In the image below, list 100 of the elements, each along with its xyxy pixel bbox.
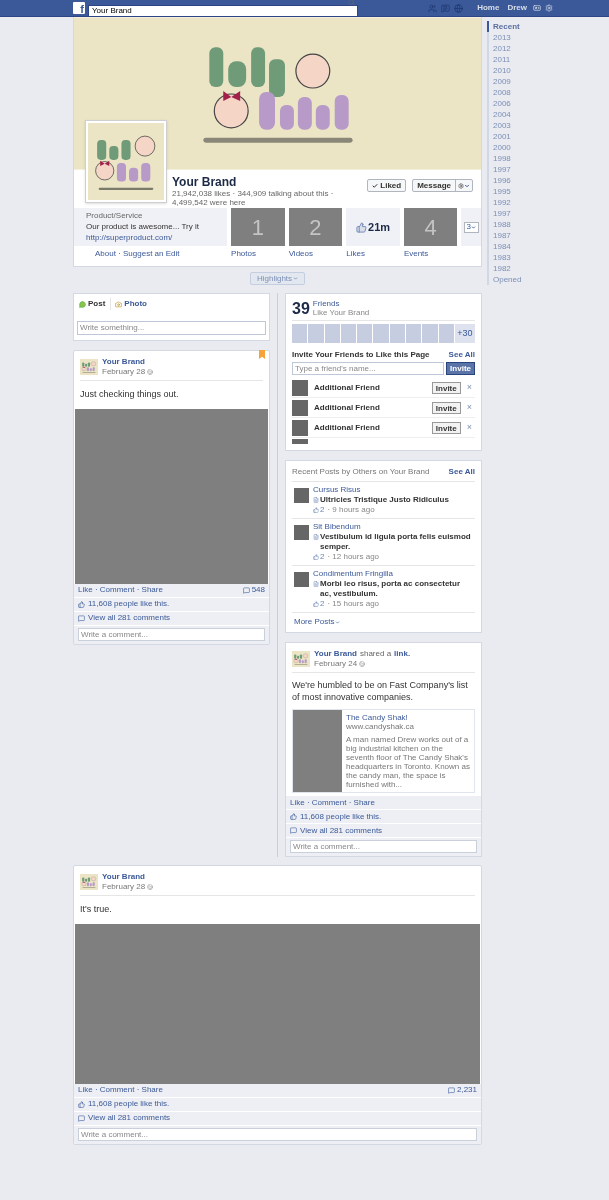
friend-thumbnail[interactable] bbox=[357, 324, 373, 343]
post-snippet[interactable]: Vestibulum id ligula porta felis euismod semper. bbox=[320, 532, 473, 552]
speech-bubble-icon bbox=[79, 300, 86, 308]
settings-dropdown[interactable] bbox=[456, 180, 472, 191]
invite-friend-button[interactable]: Invite bbox=[431, 401, 461, 414]
globe-icon bbox=[147, 884, 154, 890]
view-comments-link[interactable]: View all 281 comments bbox=[88, 1112, 171, 1124]
post-snippet[interactable]: Ultricies Tristique Justo Ridiculus bbox=[320, 495, 449, 505]
search-field[interactable]: Your Brand bbox=[88, 5, 358, 17]
friend-thumbnail[interactable] bbox=[422, 324, 438, 343]
author-link[interactable]: Your Brand bbox=[314, 649, 357, 659]
post-date[interactable]: February 28 bbox=[102, 882, 146, 892]
about-links[interactable]: About · Suggest an Edit bbox=[74, 246, 228, 260]
dismiss-button[interactable]: × bbox=[466, 380, 472, 395]
post-snippet[interactable]: Morbi leo risus, porta ac consectetur ac, vestibulum. bbox=[320, 579, 473, 599]
caret-icon bbox=[464, 182, 470, 189]
friend-thumbnail[interactable] bbox=[438, 324, 454, 343]
post-text: Just checking things out. bbox=[80, 388, 180, 401]
post-date[interactable]: February 24 bbox=[314, 659, 358, 669]
description-text: Our product is awesome... Try it bbox=[86, 221, 200, 232]
friends-icon[interactable] bbox=[428, 3, 438, 13]
facebook-logo[interactable]: f bbox=[73, 2, 85, 14]
globe-icon[interactable] bbox=[454, 3, 464, 13]
like-count[interactable]: 2 bbox=[320, 505, 325, 515]
link-link[interactable]: link. bbox=[394, 649, 411, 659]
nav-link[interactable]: Drew bbox=[505, 2, 529, 14]
status-field[interactable]: Write something... bbox=[77, 320, 266, 335]
friend-name-field[interactable]: Type a friend's name... bbox=[292, 362, 445, 375]
recent-posts-title: Recent Posts by Others on Your Brand bbox=[292, 466, 430, 478]
document-icon bbox=[313, 534, 319, 540]
comment-field[interactable]: Write a comment... bbox=[78, 1127, 477, 1141]
author-link[interactable]: Condimentum Fringilla bbox=[313, 569, 473, 579]
comment-count[interactable]: 2,231 bbox=[456, 1084, 477, 1096]
preview-description: A man named Drew works out of a big industrial kitchen on the seventh floor of The Candy Shak's headquarters in Toronto. Known as the candy man, the space is furnished with... bbox=[346, 735, 470, 789]
app-label[interactable]: Photos bbox=[231, 246, 285, 260]
author-link[interactable]: Your Brand bbox=[102, 357, 154, 367]
author-link[interactable]: Sit Bibendum bbox=[313, 522, 473, 532]
friend-thumbnail[interactable] bbox=[340, 324, 357, 343]
post-time: · 12 hours ago bbox=[327, 552, 380, 562]
app-label[interactable]: Videos bbox=[288, 246, 343, 260]
search-icon[interactable] bbox=[348, 0, 355, 6]
post-actions[interactable]: Like · Comment · Share bbox=[78, 584, 163, 596]
like-icon bbox=[356, 221, 368, 233]
post-text: We're humbled to be on Fast Company's list of most innovative companies. bbox=[292, 679, 469, 704]
comment-icon bbox=[290, 827, 297, 834]
comment-field[interactable]: Write a comment... bbox=[290, 840, 477, 853]
friends-link[interactable]: Friends bbox=[312, 299, 370, 308]
friend-thumbnail[interactable] bbox=[389, 324, 406, 343]
post-text: It's true. bbox=[80, 903, 113, 916]
author-link[interactable]: Your Brand bbox=[102, 872, 154, 882]
friends-count[interactable]: 39 bbox=[292, 299, 310, 317]
author-link[interactable]: Cursus Risus bbox=[313, 485, 449, 495]
post-actions[interactable]: Like · Comment · Share bbox=[78, 1084, 163, 1096]
like-icon bbox=[313, 507, 319, 513]
friend-thumbnail[interactable] bbox=[292, 324, 308, 343]
messages-icon[interactable] bbox=[441, 3, 451, 13]
link-preview[interactable] bbox=[292, 709, 475, 793]
see-all-link[interactable]: See All bbox=[448, 466, 475, 478]
website-link[interactable]: http://superproduct.com/ bbox=[86, 232, 228, 243]
likes-text[interactable]: 11,608 people like this. bbox=[88, 1098, 170, 1110]
bookmark-icon[interactable] bbox=[259, 350, 265, 359]
message-button[interactable]: Message bbox=[413, 180, 456, 191]
nav-link[interactable]: Home bbox=[475, 2, 502, 14]
more-posts-link[interactable]: More Posts bbox=[292, 613, 341, 628]
category-text: Product/Service bbox=[86, 210, 144, 221]
like-count[interactable]: 2 bbox=[320, 599, 325, 609]
more-friends[interactable]: +30 bbox=[454, 324, 475, 343]
account-icon[interactable] bbox=[533, 4, 541, 12]
invite-friend-button[interactable]: Invite bbox=[431, 421, 461, 434]
more-apps-button[interactable]: 3 bbox=[463, 221, 479, 233]
document-icon bbox=[313, 497, 319, 503]
friend-thumbnail[interactable] bbox=[373, 324, 389, 343]
app-label[interactable]: Events bbox=[403, 246, 458, 260]
composer-tab[interactable]: Post bbox=[77, 298, 108, 310]
comment-field[interactable]: Write a comment... bbox=[78, 627, 265, 641]
dismiss-button[interactable]: × bbox=[466, 420, 472, 435]
likes-tile[interactable]: 21m bbox=[346, 208, 400, 246]
timeline-year[interactable]: Recent bbox=[487, 21, 522, 32]
like-count[interactable]: 2 bbox=[320, 552, 325, 562]
globe-icon bbox=[147, 369, 154, 375]
liked-button[interactable]: Liked bbox=[367, 179, 407, 192]
friend-thumbnail[interactable] bbox=[324, 324, 340, 343]
app-label[interactable]: Likes bbox=[346, 246, 400, 260]
composer-tab[interactable]: Photo bbox=[110, 298, 149, 310]
comment-count[interactable]: 548 bbox=[251, 584, 265, 596]
see-all-link[interactable]: See All bbox=[448, 349, 475, 361]
caret-icon bbox=[335, 619, 341, 625]
like-icon bbox=[78, 600, 85, 608]
like-icon bbox=[313, 601, 319, 607]
friend-thumbnail[interactable] bbox=[406, 324, 422, 343]
friend-thumbnail[interactable] bbox=[308, 324, 324, 343]
invite-button[interactable]: Invite bbox=[446, 362, 475, 375]
settings-icon[interactable] bbox=[545, 4, 553, 12]
comment-icon bbox=[242, 586, 250, 594]
post-date[interactable]: February 28 bbox=[102, 367, 146, 377]
page-name: Your Brand bbox=[172, 176, 238, 189]
comment-icon bbox=[78, 614, 85, 622]
invite-friend-button[interactable]: Invite bbox=[431, 381, 461, 394]
preview-title[interactable]: The Candy Shak! bbox=[346, 713, 470, 722]
dismiss-button[interactable]: × bbox=[466, 400, 472, 415]
